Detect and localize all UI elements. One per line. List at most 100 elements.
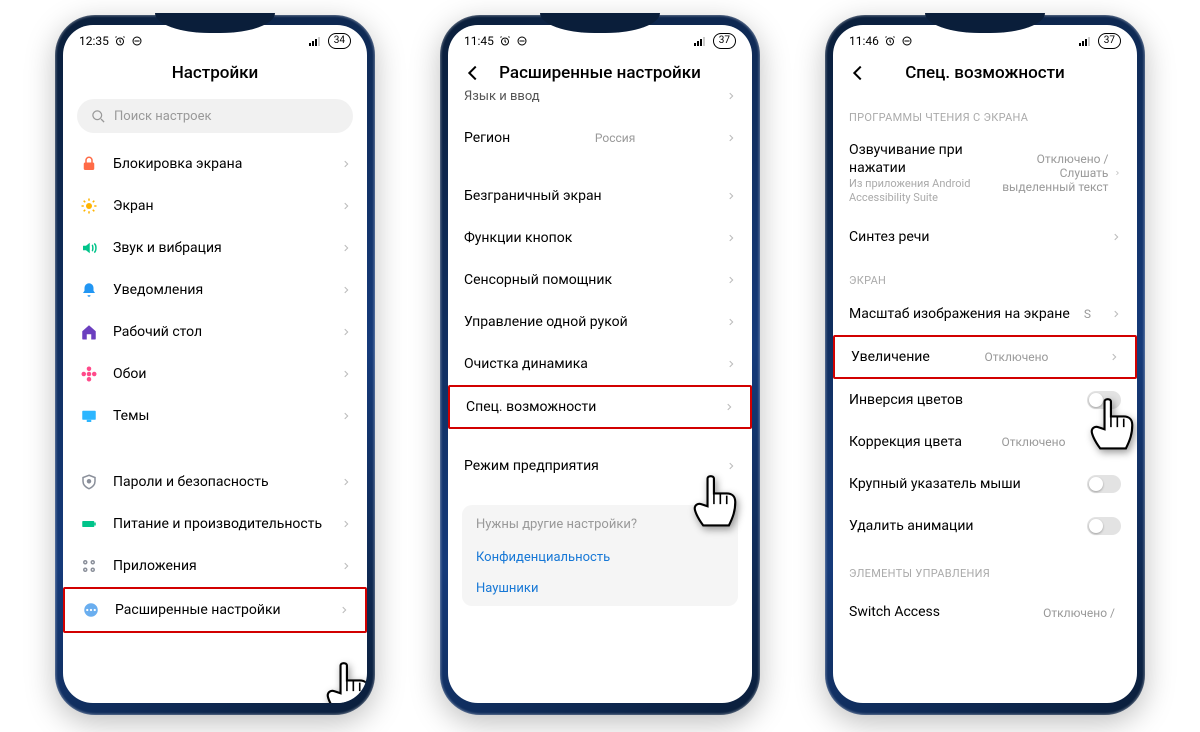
advanced-row[interactable]: Функции кнопок (448, 217, 752, 259)
chevron-right-icon (341, 157, 351, 171)
row-label: Коррекция цвета (849, 433, 962, 451)
search-icon (91, 109, 106, 124)
status-time: 11:45 (464, 34, 494, 48)
row-label: Обои (113, 365, 146, 383)
back-button[interactable] (847, 62, 869, 84)
page-title: Спец. возможности (833, 53, 1137, 95)
row-label: Крупный указатель мыши (849, 475, 1021, 493)
row-talkback[interactable]: Озвучивание при нажатии Из приложения An… (833, 130, 1137, 216)
row-tts[interactable]: Синтез речи (833, 216, 1137, 258)
row-label: Режим предприятия (464, 457, 599, 475)
chevron-right-icon (341, 367, 351, 381)
settings-row[interactable]: Экран (63, 185, 367, 227)
chevron-right-icon (341, 325, 351, 339)
row-label: Очистка динамика (464, 355, 588, 373)
advanced-row[interactable]: Сенсорный помощник (448, 259, 752, 301)
chevron-right-icon (1111, 230, 1121, 244)
a11y-row[interactable]: Крупный указатель мыши (833, 463, 1137, 505)
chevron-right-icon (726, 189, 736, 203)
a11y-row[interactable]: УвеличениеОтключено (833, 335, 1137, 379)
cursor-icon (321, 657, 367, 703)
settings-row[interactable]: Пароли и безопасность (63, 461, 367, 503)
row-icon (79, 406, 99, 426)
row-label: Уведомления (113, 281, 203, 299)
row-icon (79, 238, 99, 258)
advanced-row[interactable]: Безграничный экран (448, 175, 752, 217)
footer-link-headphones[interactable]: Наушники (476, 573, 724, 604)
chevron-right-icon (339, 603, 349, 617)
chevron-right-icon (341, 517, 351, 531)
chevron-right-icon (341, 475, 351, 489)
settings-row[interactable]: Рабочий стол (63, 311, 367, 353)
row-label: Инверсия цветов (849, 391, 963, 409)
row-label: Язык и ввод (464, 89, 540, 106)
row-icon (79, 514, 99, 534)
row-value: Отключено (984, 350, 1048, 364)
row-label: Блокировка экрана (113, 155, 242, 173)
row-label: Питание и производительность (113, 515, 322, 533)
settings-row[interactable]: Звук и вибрация (63, 227, 367, 269)
search-placeholder: Поиск настроек (114, 109, 212, 124)
back-button[interactable] (462, 62, 484, 84)
row-label: Спец. возможности (466, 398, 596, 416)
screen-2: 11:45 37 Расширенные настройки Язык и вв… (448, 25, 752, 703)
dnd-icon (901, 35, 913, 47)
chevron-right-icon (1111, 307, 1121, 321)
chevron-right-icon (724, 400, 734, 414)
row-label: Безграничный экран (464, 187, 602, 205)
row-switch-access[interactable]: Switch Access Отключено / (833, 586, 1137, 628)
settings-row[interactable]: Обои (63, 353, 367, 395)
chevron-right-icon (341, 199, 351, 213)
row-label: Рабочий стол (113, 323, 202, 341)
alarm-icon (884, 35, 896, 47)
advanced-row[interactable]: Управление одной рукой (448, 301, 752, 343)
chevron-right-icon (341, 241, 351, 255)
dnd-icon (516, 35, 528, 47)
settings-row[interactable]: Питание и производительность (63, 503, 367, 545)
advanced-row[interactable]: Регион Россия (448, 117, 752, 159)
settings-row[interactable]: Блокировка экрана (63, 143, 367, 185)
toggle-switch[interactable] (1087, 517, 1121, 535)
search-input[interactable]: Поиск настроек (77, 99, 353, 133)
settings-row[interactable]: Приложения (63, 545, 367, 587)
advanced-row[interactable]: Язык и ввод (448, 89, 752, 117)
row-label: Регион (464, 129, 510, 147)
row-icon (79, 154, 99, 174)
alarm-icon (499, 35, 511, 47)
a11y-row[interactable]: Масштаб изображения на экранеS (833, 293, 1137, 335)
cursor-icon (688, 470, 742, 534)
a11y-row[interactable]: Удалить анимации (833, 505, 1137, 547)
row-label: Темы (113, 407, 149, 425)
settings-row[interactable]: Темы (63, 395, 367, 437)
chevron-right-icon (726, 273, 736, 287)
dnd-icon (131, 35, 143, 47)
footer-link-privacy[interactable]: Конфиденциальность (476, 542, 724, 573)
row-label: Switch Access (849, 603, 940, 621)
settings-row[interactable]: Расширенные настройки (63, 587, 367, 633)
row-label: Синтез речи (849, 228, 929, 246)
section-screen: ЭКРАН (833, 258, 1137, 293)
battery-badge: 34 (328, 33, 351, 49)
row-icon (79, 556, 99, 576)
toggle-switch[interactable] (1087, 475, 1121, 493)
phone-frame-3: 11:46 37 Спец. возможности ПРОГРАММЫ ЧТЕ… (825, 15, 1145, 715)
row-label: Сенсорный помощник (464, 271, 612, 289)
row-icon (81, 600, 101, 620)
row-value: Россия (595, 131, 635, 145)
advanced-row[interactable]: Очистка динамика (448, 343, 752, 385)
row-label: Озвучивание при нажатии (849, 141, 988, 177)
chevron-right-icon (341, 559, 351, 573)
chevron-right-icon (1109, 350, 1119, 364)
advanced-list: Язык и ввод Регион Россия Безграничный экра… (448, 89, 752, 487)
screen-1: 12:35 34 Настройки Поиск настроек Блокир… (63, 25, 367, 703)
battery-badge: 37 (1098, 33, 1121, 49)
status-time: 12:35 (79, 34, 109, 48)
advanced-row[interactable]: Спец. возможности (448, 385, 752, 429)
settings-row[interactable]: Уведомления (63, 269, 367, 311)
chevron-right-icon (726, 315, 736, 329)
battery-badge: 37 (713, 33, 736, 49)
signal-icon (694, 36, 708, 46)
chevron-right-icon (726, 131, 736, 145)
row-label: Управление одной рукой (464, 313, 628, 331)
chevron-right-icon (1114, 166, 1121, 180)
